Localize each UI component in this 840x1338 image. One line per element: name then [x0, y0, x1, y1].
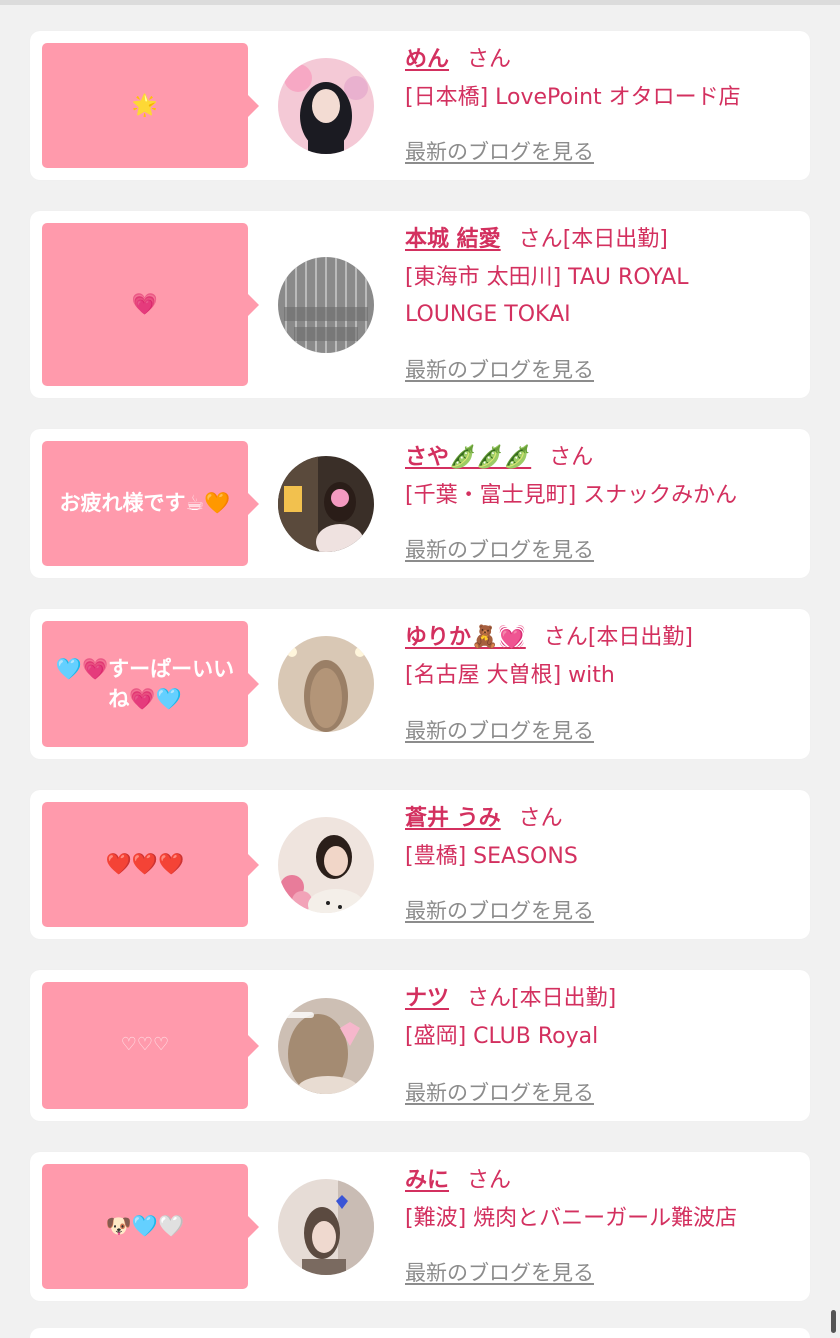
message-bubble: ♡♡♡	[42, 982, 259, 1109]
scrollbar[interactable]	[831, 1310, 836, 1333]
message-bubble: 🐶🩵🤍	[42, 1164, 259, 1289]
list-item: お疲れ様です☕🧡 さや🫛🫛🫛 さん [千葉・富士見町] スナックみかん 最新のブロ…	[30, 429, 810, 578]
name-line: 蒼井 うみ さん	[405, 804, 800, 834]
honorific: さん	[549, 445, 594, 470]
card-info: ナツ さん[本日出勤] [盛岡] CLUB Royal	[405, 984, 800, 1055]
name-line: 本城 結愛 さん[本日出勤]	[405, 225, 800, 255]
name-line: さや🫛🫛🫛 さん	[405, 443, 800, 473]
girl-name-link[interactable]: めん	[405, 47, 449, 72]
name-line: ナツ さん[本日出勤]	[405, 984, 800, 1014]
avatar[interactable]	[278, 1178, 374, 1275]
list-item: 💗 本城 結愛 さん[本日出勤] [東海市 太田川] TAU ROYAL LOUN…	[30, 211, 810, 398]
card-info: 蒼井 うみ さん [豊橋] SEASONS	[405, 804, 800, 875]
latest-blog-link[interactable]: 最新のブログを見る	[405, 354, 594, 384]
next-list-item	[30, 1328, 810, 1338]
avatar[interactable]	[278, 57, 374, 154]
girl-name-link[interactable]: 本城 結愛	[405, 227, 501, 252]
shop-name: [日本橋] LovePoint オタロード店	[405, 85, 741, 110]
shop-name: [豊橋] SEASONS	[405, 844, 578, 869]
shop-name: [名古屋 大曽根] with	[405, 663, 615, 688]
list-item: 🐶🩵🤍 みに さん [難波] 焼肉とバニーガール難波店 最新のブログを見る	[30, 1152, 810, 1301]
avatar[interactable]	[278, 636, 374, 732]
card-info: さや🫛🫛🫛 さん [千葉・富士見町] スナックみかん	[405, 443, 800, 514]
latest-blog-link[interactable]: 最新のブログを見る	[405, 1257, 594, 1287]
avatar[interactable]	[278, 256, 374, 353]
shop-name: [盛岡] CLUB Royal	[405, 1024, 599, 1049]
avatar[interactable]	[278, 997, 374, 1094]
latest-blog-link[interactable]: 最新のブログを見る	[405, 715, 594, 745]
status-badge: [本日出勤]	[562, 227, 668, 252]
avatar[interactable]	[278, 816, 374, 913]
message-bubble: 💗	[42, 223, 259, 386]
status-badge: [本日出勤]	[511, 986, 617, 1011]
girl-name-link[interactable]: ゆりか🧸💓	[405, 625, 526, 650]
card-info: めん さん [日本橋] LovePoint オタロード店	[405, 45, 800, 116]
message-bubble: お疲れ様です☕🧡	[42, 441, 259, 566]
latest-blog-link[interactable]: 最新のブログを見る	[405, 136, 594, 166]
name-line: みに さん	[405, 1166, 800, 1196]
honorific: さん	[518, 227, 563, 252]
shop-name: [東海市 太田川] TAU ROYAL LOUNGE TOKAI	[405, 265, 689, 327]
card-info: ゆりか🧸💓 さん[本日出勤] [名古屋 大曽根] with	[405, 623, 800, 694]
honorific: さん	[467, 1168, 512, 1193]
list-item: 🌟 めん さん [日本橋] LovePoint オタロード店 最新のブログを見る	[30, 31, 810, 180]
shop-name: [千葉・富士見町] スナックみかん	[405, 483, 738, 508]
card-info: みに さん [難波] 焼肉とバニーガール難波店	[405, 1166, 800, 1237]
message-bubble: 🌟	[42, 43, 259, 168]
girl-name-link[interactable]: 蒼井 うみ	[405, 806, 501, 831]
latest-blog-link[interactable]: 最新のブログを見る	[405, 895, 594, 925]
latest-blog-link[interactable]: 最新のブログを見る	[405, 534, 594, 564]
honorific: さん	[467, 986, 512, 1011]
message-bubble: 🩵💗すーぱーいいね💗🩵	[42, 621, 259, 747]
blog-feed-list: 🌟 めん さん [日本橋] LovePoint オタロード店 最新のブログを見る …	[30, 31, 810, 1332]
girl-name-link[interactable]: みに	[405, 1168, 449, 1193]
latest-blog-link[interactable]: 最新のブログを見る	[405, 1077, 594, 1107]
shop-name: [難波] 焼肉とバニーガール難波店	[405, 1206, 738, 1231]
list-item: ❤️❤️❤️ 蒼井 うみ さん [豊橋] SEASONS 最新のブログを見る	[30, 790, 810, 939]
honorific: さん	[518, 806, 563, 831]
girl-name-link[interactable]: ナツ	[405, 986, 449, 1011]
top-divider	[0, 0, 840, 5]
name-line: ゆりか🧸💓 さん[本日出勤]	[405, 623, 800, 653]
avatar[interactable]	[278, 455, 374, 552]
card-info: 本城 結愛 さん[本日出勤] [東海市 太田川] TAU ROYAL LOUNGE…	[405, 225, 800, 333]
list-item: ♡♡♡ ナツ さん[本日出勤] [盛岡] CLUB Royal 最新のブログを見る	[30, 970, 810, 1121]
honorific: さん	[467, 47, 512, 72]
list-item: 🩵💗すーぱーいいね💗🩵 ゆりか🧸💓 さん[本日出勤] [名古屋 大曽根] with…	[30, 609, 810, 759]
name-line: めん さん	[405, 45, 800, 75]
honorific: さん	[543, 625, 588, 650]
message-bubble: ❤️❤️❤️	[42, 802, 259, 927]
status-badge: [本日出勤]	[587, 625, 693, 650]
girl-name-link[interactable]: さや🫛🫛🫛	[405, 445, 531, 470]
